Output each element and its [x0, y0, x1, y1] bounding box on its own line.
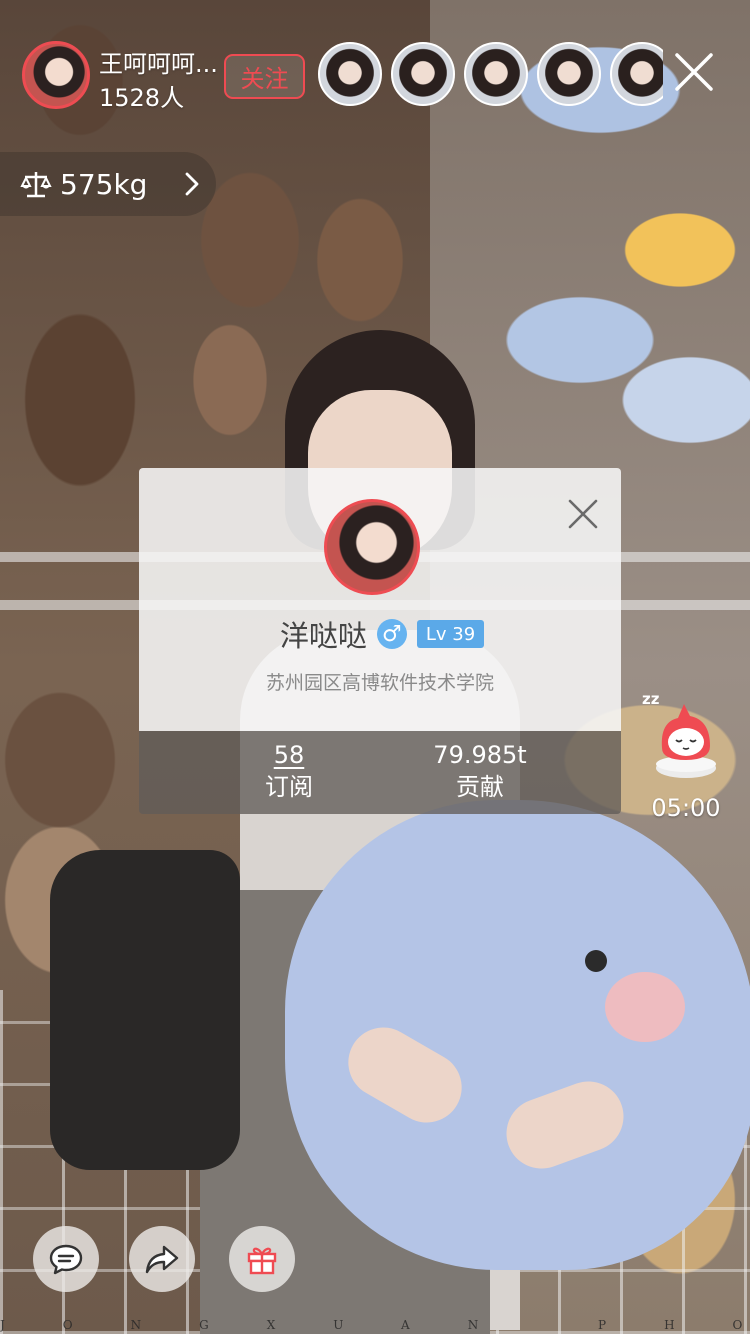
viewer-avatar[interactable]	[391, 42, 455, 106]
follow-button[interactable]: 关注	[224, 54, 305, 99]
close-icon	[675, 53, 713, 91]
sleep-timer-widget[interactable]: zz 05:00	[640, 690, 732, 825]
viewer-avatar[interactable]	[464, 42, 528, 106]
contribution-value: 79.985t	[433, 741, 527, 769]
close-card-button[interactable]	[565, 496, 601, 532]
close-stream-button[interactable]	[668, 46, 720, 98]
host-viewer-count: 1528人	[99, 84, 185, 112]
contribution-label: 贡献	[456, 773, 504, 801]
chevron-right-icon	[185, 172, 199, 196]
host-avatar[interactable]	[22, 41, 90, 109]
viewer-avatar[interactable]	[610, 42, 663, 106]
profile-name-row: 洋哒哒 ♂ Lv 39	[139, 616, 621, 653]
subscription-count: 58	[273, 741, 305, 769]
profile-avatar[interactable]	[324, 499, 420, 595]
backpack	[50, 850, 240, 1170]
chat-bubble-icon	[49, 1244, 83, 1275]
viewer-avatar[interactable]	[318, 42, 382, 106]
share-button[interactable]	[129, 1226, 195, 1292]
host-name: 王呵呵呵...	[99, 50, 218, 78]
viewer-avatar[interactable]	[537, 42, 601, 106]
contribution-stat: 79.985t 贡献	[400, 740, 560, 804]
contribution-weight-pill[interactable]: 575kg	[0, 152, 216, 216]
user-profile-card: 洋哒哒 ♂ Lv 39 苏州园区高博软件技术学院 58 订阅 79.985t 贡…	[139, 468, 621, 814]
profile-school: 苏州园区高博软件技术学院	[265, 672, 494, 694]
weight-value: 575kg	[60, 167, 148, 201]
cloud-pillow	[285, 800, 750, 1270]
scale-icon	[20, 172, 52, 198]
sleep-timer-value: 05:00	[651, 794, 721, 822]
gift-button[interactable]	[229, 1226, 295, 1292]
sleeping-mascot-icon	[656, 704, 716, 778]
gift-icon	[247, 1247, 277, 1275]
chat-button[interactable]	[33, 1226, 99, 1292]
level-badge: Lv 39	[416, 620, 485, 648]
subscription-label: 订阅	[265, 773, 313, 801]
subscription-stat[interactable]: 58 订阅	[209, 740, 369, 804]
male-gender-icon: ♂	[376, 619, 407, 649]
photo-watermark: JONGXUAN PHOTOGRAPHY	[0, 1318, 750, 1332]
viewer-avatar-list	[318, 42, 663, 108]
share-arrow-icon	[145, 1245, 179, 1274]
profile-name: 洋哒哒	[279, 619, 367, 653]
